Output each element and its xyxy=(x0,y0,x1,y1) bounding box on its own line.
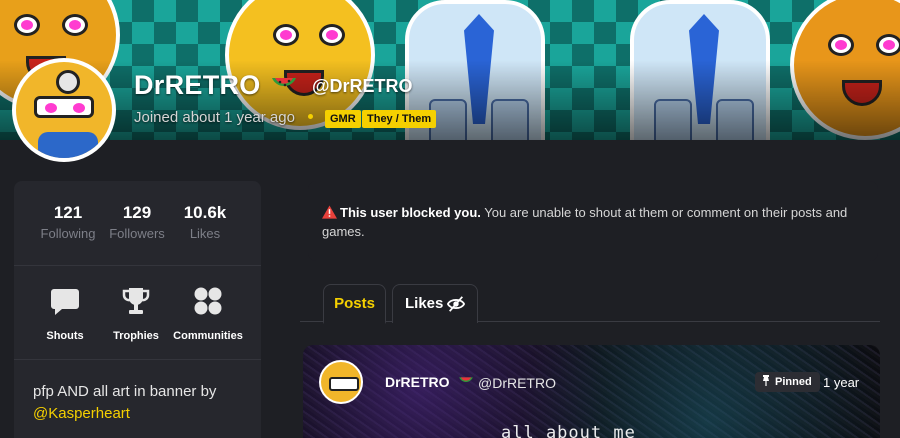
post-author-handle[interactable]: @DrRETRO xyxy=(478,375,556,391)
stat-label: Following xyxy=(40,226,96,241)
profile-bio: pfp AND all art in banner by @Kasperhear… xyxy=(33,381,253,425)
divider xyxy=(14,265,261,266)
pinned-post-card[interactable]: DrRETRO @DrRETRO Pinned 1 year all about… xyxy=(303,345,880,438)
post-author-name[interactable]: DrRETRO xyxy=(385,374,450,390)
profile-sidebar: 121 Following 129 Followers 10.6k Likes … xyxy=(14,181,261,438)
stat-value: 121 xyxy=(53,203,83,222)
stat-value: 10.6k xyxy=(183,203,227,222)
pinned-label: Pinned xyxy=(775,376,812,388)
watermelon-icon xyxy=(272,78,296,87)
notice-title: This user blocked you. xyxy=(340,205,481,220)
nav-label: Communities xyxy=(173,330,243,342)
watermelon-icon xyxy=(459,377,473,382)
warning-icon xyxy=(322,205,337,219)
nav-label: Trophies xyxy=(113,330,159,342)
blocked-notice: This user blocked you. You are unable to… xyxy=(308,181,878,261)
profile-tabs: Posts Likes xyxy=(300,282,880,324)
tab-posts[interactable]: Posts xyxy=(323,284,386,324)
post-author-avatar[interactable] xyxy=(319,360,363,404)
stat-label: Likes xyxy=(189,226,221,241)
pinned-badge: Pinned xyxy=(755,372,820,392)
stat-likes[interactable]: 10.6k Likes xyxy=(165,203,245,241)
separator-dot xyxy=(308,114,313,119)
trophy-icon xyxy=(122,288,150,314)
communities-icon xyxy=(194,287,222,315)
post-timestamp: 1 year xyxy=(823,375,860,390)
profile-display-name: DrRETRO xyxy=(134,70,261,100)
stats-row: 121 Following 129 Followers 10.6k Likes xyxy=(14,203,261,247)
nav-shouts[interactable]: Shouts xyxy=(25,286,105,342)
speech-bubble-icon xyxy=(51,289,79,315)
profile-nav: Shouts Trophies Communities xyxy=(14,286,261,346)
nav-label: Shouts xyxy=(46,330,84,342)
nav-trophies[interactable]: Trophies xyxy=(96,286,176,342)
bio-mention-link[interactable]: @Kasperheart xyxy=(33,405,130,422)
badge-gmr: GMR xyxy=(325,110,361,128)
joined-date: Joined about 1 year ago xyxy=(134,109,295,126)
stat-following[interactable]: 121 Following xyxy=(28,203,108,241)
nav-communities[interactable]: Communities xyxy=(168,286,248,342)
profile-avatar[interactable] xyxy=(12,58,116,162)
pin-icon xyxy=(763,375,769,386)
post-title: all about me xyxy=(501,423,636,438)
tab-likes[interactable]: Likes xyxy=(392,284,478,323)
eye-slash-icon xyxy=(447,296,465,312)
tab-label: Likes xyxy=(405,295,444,312)
profile-handle: @DrRETRO xyxy=(312,76,413,96)
divider xyxy=(14,359,261,360)
profile-page: DrRETRO @DrRETRO Joined about 1 year ago… xyxy=(0,0,900,438)
bio-text: pfp AND all art in banner by xyxy=(33,383,217,400)
badge-pronouns: They / Them xyxy=(362,110,437,128)
